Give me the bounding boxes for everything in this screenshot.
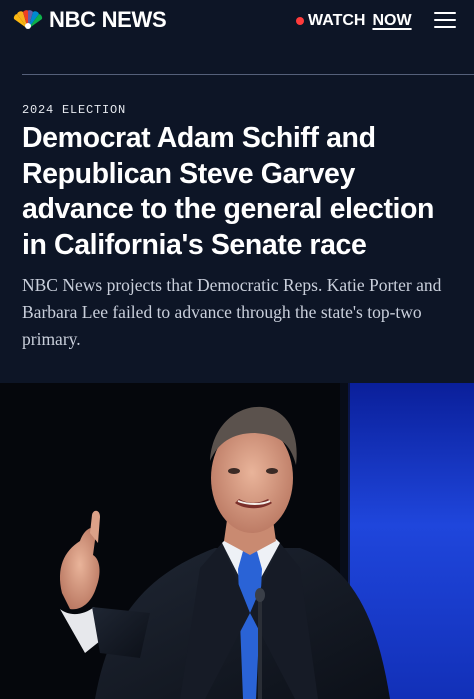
article-dek: NBC News projects that Democratic Reps. …	[22, 275, 442, 349]
hero-photo	[0, 383, 474, 699]
hamburger-menu-icon[interactable]	[434, 10, 458, 30]
watch-label: WATCH	[308, 12, 366, 29]
live-dot-icon	[296, 17, 304, 25]
article-category-label[interactable]: 2024 ELECTION	[22, 103, 126, 117]
brand-name: NBC NEWS	[49, 7, 167, 32]
hero-photo-illustration	[0, 383, 474, 699]
top-navigation-bar: NBC NEWS WATCH NOW	[0, 0, 474, 40]
nbc-peacock-icon	[13, 10, 43, 30]
header-divider	[22, 74, 474, 75]
nbc-news-logo[interactable]: NBC NEWS	[12, 7, 167, 32]
watch-now-link[interactable]: WATCH NOW	[296, 10, 412, 32]
article-headline: Democrat Adam Schiff and Republican Stev…	[22, 122, 435, 261]
watch-now-label: NOW	[372, 12, 412, 29]
